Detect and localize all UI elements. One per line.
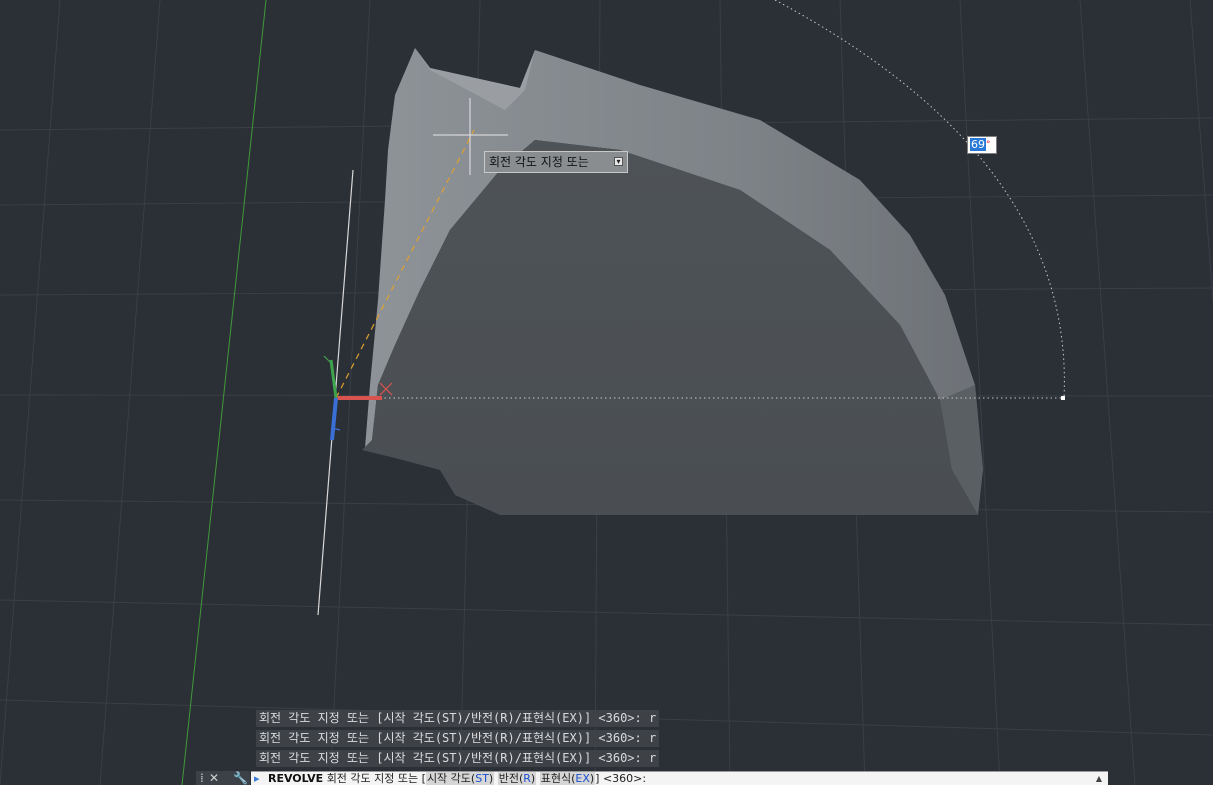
expand-options-icon[interactable]: ▾	[614, 157, 623, 166]
command-prompt-icon[interactable]: ▸	[254, 772, 268, 785]
history-line: 회전 각도 지정 또는 [시작 각도(ST)/반전(R)/표현식(EX)] <3…	[256, 710, 660, 727]
wrench-icon[interactable]: 🔧	[233, 771, 248, 785]
command-history: 회전 각도 지정 또는 [시작 각도(ST)/반전(R)/표현식(EX)] <3…	[256, 710, 660, 770]
history-line: 회전 각도 지정 또는 [시작 각도(ST)/반전(R)/표현식(EX)] <3…	[256, 730, 660, 747]
grip-icon[interactable]: ⁞	[200, 771, 204, 785]
revolved-solid	[362, 48, 983, 515]
command-prompt-text: 회전 각도 지정 또는 [	[326, 772, 426, 785]
model-viewport[interactable]: 회전 각도 지정 또는 ▾ 69°	[0, 0, 1213, 785]
angle-baseline-end-grip	[1061, 396, 1065, 400]
angle-input-field[interactable]: 69°	[967, 136, 997, 154]
tooltip-prompt: 회전 각도 지정 또는	[489, 155, 589, 169]
close-command-line-button[interactable]: ✕	[209, 771, 219, 785]
option-reverse[interactable]: 반전(R)	[497, 772, 537, 785]
viewport-canvas[interactable]	[0, 0, 1213, 785]
command-line[interactable]: ▸ REVOLVE 회전 각도 지정 또는 [시작 각도(ST) 반전(R) 표현…	[251, 771, 1108, 785]
command-name: REVOLVE	[268, 772, 324, 785]
option-start-angle[interactable]: 시작 각도(ST)	[425, 772, 495, 785]
history-line: 회전 각도 지정 또는 [시작 각도(ST)/반전(R)/표현식(EX)] <3…	[256, 750, 660, 767]
angle-value[interactable]: 69	[970, 138, 986, 151]
command-suffix: ] <360>:	[595, 772, 647, 785]
y-axis-line	[181, 0, 267, 785]
degree-symbol: °	[986, 140, 991, 150]
command-line-handle[interactable]: ⁞ ✕ 🔧	[196, 771, 250, 785]
dynamic-input-tooltip: 회전 각도 지정 또는 ▾	[484, 151, 628, 173]
option-expression[interactable]: 표현식(EX)	[539, 772, 596, 785]
history-toggle-icon[interactable]: ▲	[1096, 772, 1102, 785]
